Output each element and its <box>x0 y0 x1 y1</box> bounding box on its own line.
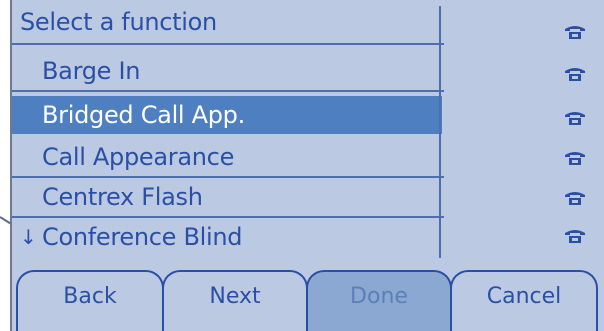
menu-divider <box>12 90 444 92</box>
phone-icon[interactable] <box>564 66 586 82</box>
softkey-label: Back <box>63 284 117 309</box>
done-softkey[interactable]: Done <box>306 270 452 331</box>
scroll-down-arrow-icon: ↓ <box>20 225 37 249</box>
cancel-softkey[interactable]: Cancel <box>450 270 598 331</box>
softkey-label: Cancel <box>486 284 562 309</box>
title-divider <box>12 43 444 45</box>
phone-icon[interactable] <box>564 110 586 126</box>
softkey-label: Done <box>350 284 408 309</box>
menu-item-label: Centrex Flash <box>42 183 203 211</box>
softkey-label: Next <box>209 284 261 309</box>
phone-lcd-screen: Select a function Barge In Bridged Call … <box>10 0 604 331</box>
menu-item-centrex-flash[interactable]: Centrex Flash <box>12 178 442 216</box>
menu-item-label: Bridged Call App. <box>42 101 245 129</box>
phone-icon[interactable] <box>564 228 586 244</box>
menu-item-label: Conference Blind <box>42 223 243 251</box>
menu-item-conference-blind[interactable]: ↓ Conference Blind <box>12 218 442 256</box>
phone-icon[interactable] <box>564 24 586 40</box>
menu-item-bridged-call-app[interactable]: Bridged Call App. <box>12 96 442 134</box>
menu-item-barge-in[interactable]: Barge In <box>12 52 442 90</box>
softkey-bar: Back Next Done Cancel <box>12 262 604 331</box>
menu-item-call-appearance[interactable]: Call Appearance <box>12 138 442 176</box>
phone-icon[interactable] <box>564 150 586 166</box>
line-key-divider <box>439 6 441 258</box>
screen-title: Select a function <box>20 8 217 36</box>
back-softkey[interactable]: Back <box>16 270 164 331</box>
phone-icon[interactable] <box>564 190 586 206</box>
menu-item-label: Call Appearance <box>42 143 235 171</box>
menu-item-label: Barge In <box>42 57 141 85</box>
next-softkey[interactable]: Next <box>162 270 308 331</box>
